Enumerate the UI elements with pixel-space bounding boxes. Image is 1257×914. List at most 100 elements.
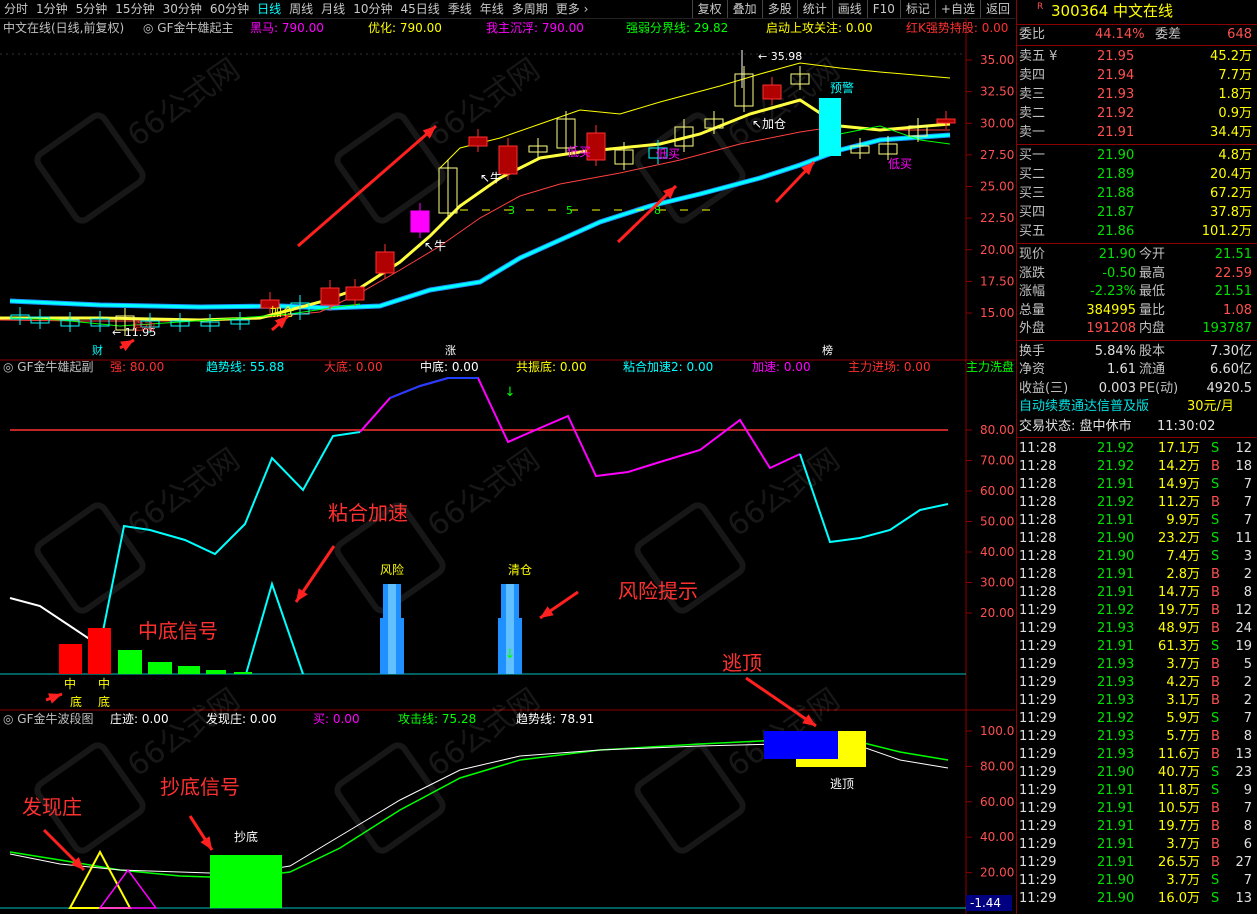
toolbar-button-5[interactable]: F10 [866, 0, 900, 18]
buy-price: 21.89 [1097, 167, 1135, 182]
tick-row: 11:29 21.93 4.2万 B 2 [1017, 674, 1257, 692]
annotation-cai: 财 [92, 343, 103, 357]
annotation-sticky-accel: 粘合加速 [328, 501, 408, 525]
fund-label: 流通 [1139, 362, 1166, 377]
tick-time: 11:29 [1019, 837, 1057, 852]
tick-count: 12 [1235, 441, 1252, 456]
toolbar-button-7[interactable]: +自选 [934, 0, 980, 18]
sub-header-item: ◎ GF金牛雄起副 [3, 359, 94, 374]
fund-value: 6.60亿 [1210, 362, 1252, 377]
sell-label: 卖一 [1019, 125, 1046, 140]
period-tab-6[interactable]: 日线 [253, 0, 285, 18]
risk-label: 风险 [380, 562, 404, 577]
tick-side: B [1211, 675, 1220, 690]
period-tab-2[interactable]: 5分钟 [72, 0, 112, 18]
tick-side: B [1211, 621, 1220, 636]
period-tab-13[interactable]: 多周期 [508, 0, 552, 18]
period-tab-14[interactable]: 更多 › [552, 0, 593, 18]
mid-bottom-bar [59, 644, 82, 674]
buy-volume: 4.8万 [1218, 148, 1252, 163]
tick-count: 7 [1243, 513, 1252, 528]
stat-row-2: 涨幅 -2.23% 最低 21.51 [1017, 283, 1257, 301]
tick-time: 11:29 [1019, 657, 1057, 672]
toolbar-button-6[interactable]: 标记 [899, 0, 935, 18]
mid-bottom-text: 底 [70, 694, 82, 709]
period-tab-3[interactable]: 15分钟 [111, 0, 158, 18]
period-tab-8[interactable]: 月线 [317, 0, 349, 18]
tick-volume: 17.1万 [1158, 441, 1200, 456]
tick-count: 19 [1235, 639, 1252, 654]
toolbar-button-1[interactable]: 叠加 [726, 0, 762, 18]
tick-price: 21.91 [1097, 513, 1135, 528]
sell-volume: 45.2万 [1210, 49, 1252, 64]
toolbar-button-4[interactable]: 画线 [831, 0, 867, 18]
period-tab-11[interactable]: 季线 [444, 0, 476, 18]
candle-body [410, 210, 430, 233]
mid-bottom-bar [88, 628, 111, 674]
fund-label: 换手 [1019, 343, 1046, 359]
tick-side: B [1211, 747, 1220, 762]
sell-volume: 0.9万 [1218, 106, 1252, 121]
toolbar-button-8[interactable]: 返回 [979, 0, 1015, 18]
period-tab-7[interactable]: 周线 [285, 0, 317, 18]
tick-count: 2 [1243, 567, 1252, 582]
annotation-bull: ↖牛 [480, 170, 502, 185]
tick-side: S [1211, 531, 1220, 546]
period-tab-1[interactable]: 1分钟 [32, 0, 72, 18]
tick-price: 21.91 [1097, 819, 1135, 834]
fund-label: 收益(三) [1019, 380, 1069, 396]
sell-price: 21.95 [1097, 49, 1135, 64]
tick-count: 11 [1235, 531, 1252, 546]
toolbar-button-0[interactable]: 复权 [691, 0, 727, 18]
ad-banner[interactable]: 自动续费通达信普及版 30元/月 [1017, 398, 1257, 416]
period-tab-4[interactable]: 30分钟 [159, 0, 206, 18]
stock-name: 中文在线 [1113, 2, 1174, 20]
watermark: 66公式网 [34, 442, 246, 614]
main-header-item: 黑马: 790.00 [250, 21, 324, 35]
sell-price: 21.91 [1097, 125, 1135, 140]
annotation-add: 加仓 [270, 305, 294, 319]
tick-row: 11:29 21.91 11.8万 S 9 [1017, 782, 1257, 800]
annotation-lowbuy: 低买 [888, 157, 912, 171]
sell-label: 卖二 [1019, 106, 1046, 121]
tick-side: B [1211, 495, 1220, 510]
tick-count: 7 [1243, 801, 1252, 816]
mid-bottom-text: 中 [64, 676, 76, 691]
tick-price: 21.90 [1097, 891, 1135, 906]
toolbar-button-2[interactable]: 多股 [761, 0, 797, 18]
tick-count: 8 [1243, 585, 1252, 600]
tick-row: 11:28 21.92 17.1万 S 12 [1017, 440, 1257, 458]
wave-bottom-value: -1.44 [970, 896, 1001, 910]
price-tick-label: 25.00 [980, 180, 1014, 194]
period-tab-0[interactable]: 分时 [0, 0, 32, 18]
tick-count: 18 [1235, 459, 1252, 474]
sub-tick-label: 80.00 [980, 423, 1014, 437]
tick-side: B [1211, 459, 1220, 474]
tick-row: 11:29 21.91 10.5万 B 7 [1017, 800, 1257, 818]
tick-volume: 40.7万 [1158, 765, 1200, 780]
buy-price: 21.86 [1097, 224, 1135, 239]
warning-bar [819, 98, 841, 156]
sub-tick-label: 50.00 [980, 515, 1014, 529]
stat-label: 最高 [1139, 265, 1166, 281]
period-tab-12[interactable]: 年线 [476, 0, 508, 18]
tick-volume: 61.3万 [1158, 639, 1200, 654]
tick-side: S [1211, 711, 1220, 726]
tick-time: 11:29 [1019, 783, 1057, 798]
candle-body [375, 251, 395, 274]
tick-row: 11:28 21.92 14.2万 B 18 [1017, 458, 1257, 476]
period-tab-9[interactable]: 10分钟 [349, 0, 396, 18]
tick-volume: 2.8万 [1166, 567, 1200, 582]
toolbar-button-3[interactable]: 统计 [796, 0, 832, 18]
tick-volume: 19.7万 [1158, 819, 1200, 834]
period-tab-5[interactable]: 60分钟 [206, 0, 253, 18]
sub-header-item: 主力洗盘: 0.00 [966, 359, 1015, 374]
tick-time: 11:29 [1019, 729, 1057, 744]
tick-count: 12 [1235, 603, 1252, 618]
tick-row: 11:29 21.93 3.7万 B 5 [1017, 656, 1257, 674]
stat-label: 总量 [1019, 302, 1046, 318]
buy-row-4: 买四 21.87 37.8万 [1017, 204, 1257, 222]
period-tab-10[interactable]: 45日线 [396, 0, 443, 18]
down-signal: ↓ [505, 385, 516, 400]
tick-time: 11:29 [1019, 873, 1057, 888]
